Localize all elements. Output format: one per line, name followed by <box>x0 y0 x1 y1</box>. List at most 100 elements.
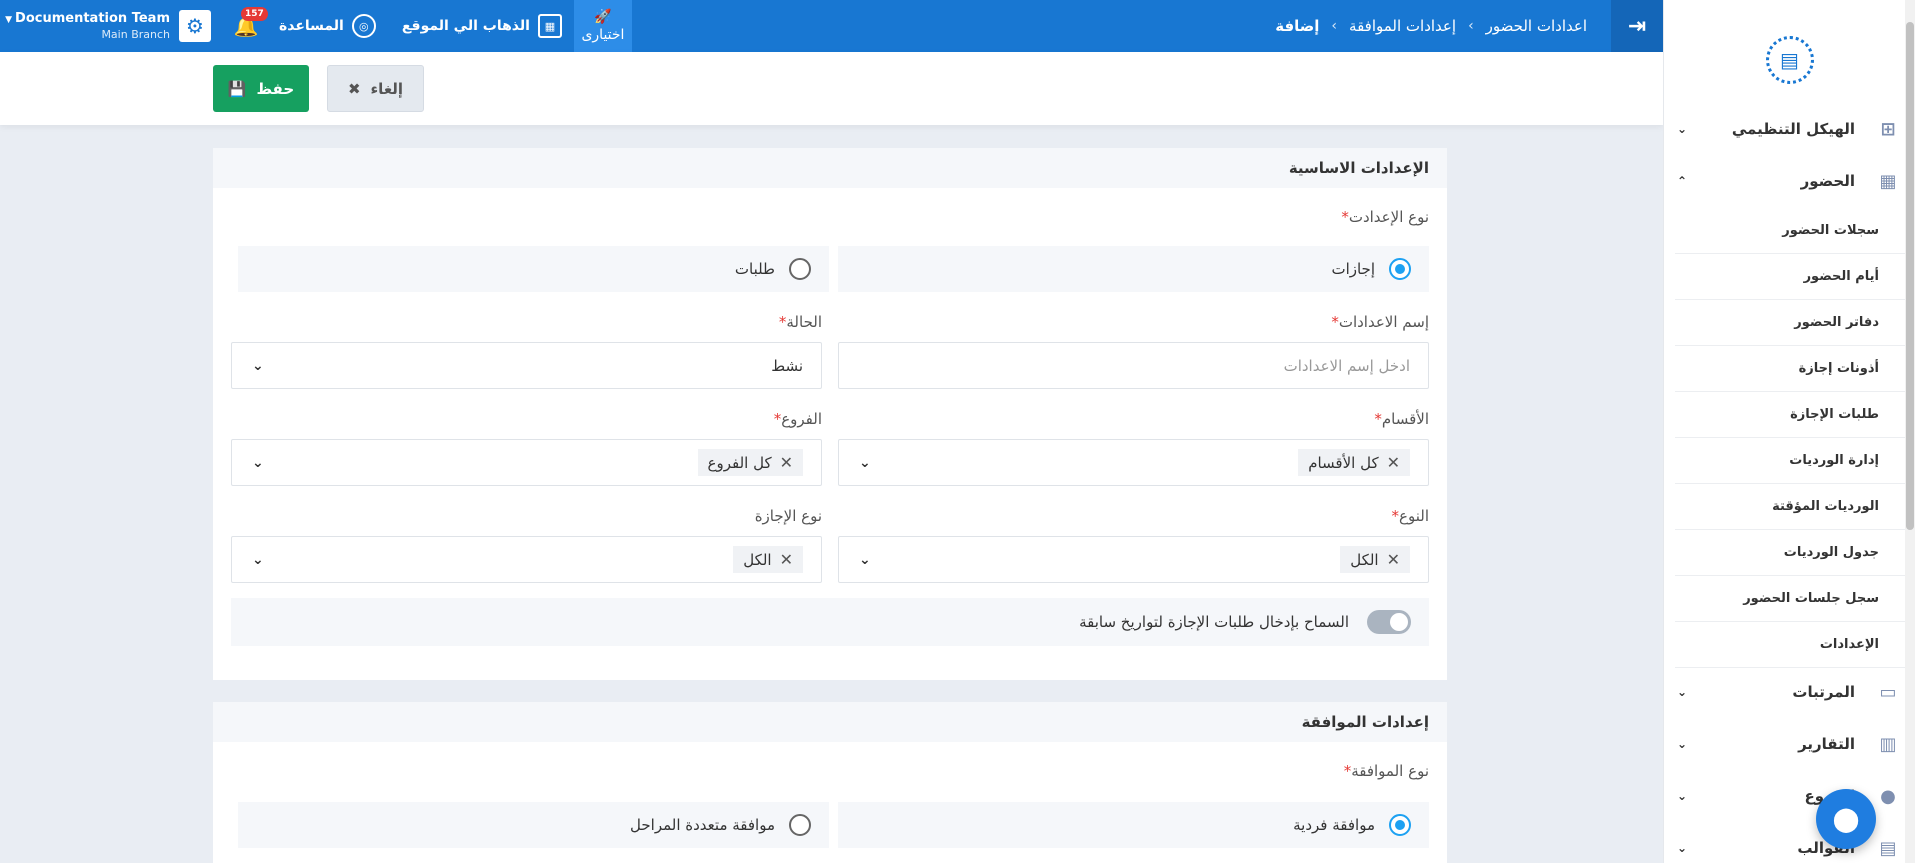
floppy-icon: 💾 <box>227 79 247 98</box>
radio-requests-label: طلبات <box>734 260 775 278</box>
sidebar-subitem-attendance-records[interactable]: سجلات الحضور <box>1675 208 1915 254</box>
scrollbar-thumb[interactable] <box>1906 22 1914 530</box>
branches-chip: كل الفروع ✕ <box>697 449 803 476</box>
leave-type-multiselect[interactable]: ⌄ الكل ✕ <box>231 536 822 583</box>
sidebar-item-label: المرتبات <box>1792 683 1855 701</box>
chevron-down-icon: ⌄ <box>1677 685 1688 699</box>
store-icon: ▦ <box>537 14 562 38</box>
branch-name: Main Branch <box>101 27 170 41</box>
chevron-down-icon: ⌄ <box>1677 122 1688 136</box>
kind-multiselect[interactable]: ⌄ الكل ✕ <box>838 536 1429 583</box>
departments-label: *الأقسام <box>1374 410 1429 428</box>
radio-option-vacations[interactable]: إجازات <box>838 246 1429 292</box>
sidebar-toggle-icon[interactable]: ⇥ <box>1611 0 1663 52</box>
leave-type-label: نوع الإجازة <box>754 507 822 525</box>
map-marker-icon: ⬤ <box>1832 805 1860 833</box>
breadcrumb: اعدادات الحضور ‹ إعدادات الموافقة ‹ إضاف… <box>1275 0 1587 52</box>
calendar-icon: ▦ <box>1879 170 1897 192</box>
radio-vacations[interactable] <box>1389 258 1411 280</box>
leave-type-chip: الكل ✕ <box>733 546 803 573</box>
chevron-down-icon: ⌄ <box>859 551 871 568</box>
departments-chip: كل الأقسام ✕ <box>1298 449 1410 476</box>
sidebar-item-reports[interactable]: ⌄ التقارير ▥ <box>1677 731 1901 757</box>
lifebuoy-icon: ◎ <box>351 14 376 38</box>
breadcrumb-item-attendance-settings[interactable]: اعدادات الحضور <box>1486 17 1587 35</box>
name-label: *إسم الاعدادات <box>1331 313 1429 331</box>
map-pin-icon: ● <box>1880 785 1896 807</box>
save-label: حفظ <box>256 79 295 98</box>
app-logo[interactable]: ▤ <box>1664 0 1915 120</box>
radio-multi-approval[interactable] <box>789 814 811 836</box>
close-icon: ✖ <box>347 79 361 98</box>
org-chart-icon: ⊞ <box>1880 118 1896 140</box>
remove-chip-icon[interactable]: ✕ <box>780 550 793 569</box>
chevron-down-icon: ⌄ <box>252 357 264 374</box>
allow-past-dates-toggle[interactable] <box>1367 610 1411 634</box>
location-fab-button[interactable]: ⬤ <box>1816 789 1876 849</box>
sidebar-subitem-shift-schedule[interactable]: جدول الورديات <box>1675 530 1915 576</box>
chevron-left-icon: ‹ <box>1468 18 1474 34</box>
action-bar: 💾 حفظ ✖ إلغاء <box>0 52 1663 125</box>
branches-label: *الفروع <box>773 410 822 428</box>
sidebar-subitem-temporary-shifts[interactable]: الورديات المؤقتة <box>1675 484 1915 530</box>
sidebar-item-attendance[interactable]: ⌃ الحضور ▦ <box>1677 168 1901 194</box>
allow-past-dates-label: السماح بإدخال طلبات الإجازة لتواريخ سابق… <box>1079 613 1349 631</box>
chevron-left-icon: ‹ <box>1331 18 1338 34</box>
status-label: *الحالة <box>778 313 822 331</box>
approval-settings-card: إعدادات الموافقة *نوع الموافقة موافقة فر… <box>213 702 1447 863</box>
kind-label: *النوع <box>1391 507 1429 525</box>
status-value: نشط <box>771 356 803 375</box>
sidebar-subitem-leave-permissions[interactable]: أذونات إجازة <box>1675 346 1915 392</box>
departments-multiselect[interactable]: ⌄ كل الأقسام ✕ <box>838 439 1429 486</box>
chevron-down-icon: ⌄ <box>1677 737 1688 751</box>
sidebar-subitem-attendance-days[interactable]: أيام الحضور <box>1675 254 1915 300</box>
notifications-button[interactable]: 🔔 157 <box>233 7 268 41</box>
cancel-label: إلغاء <box>370 79 404 98</box>
radio-option-multi-approval[interactable]: موافقة متعددة المراحل <box>238 802 829 848</box>
sidebar-item-payroll[interactable]: ⌄ المرتبات ▭ <box>1677 679 1901 705</box>
save-button[interactable]: 💾 حفظ <box>213 65 309 112</box>
sidebar: ▤ ⌄ الهيكل التنظيمي ⊞ ⌃ الحضور ▦ سجلات الح… <box>1663 0 1915 863</box>
branches-multiselect[interactable]: ⌄ كل الفروع ✕ <box>231 439 822 486</box>
remove-chip-icon[interactable]: ✕ <box>1387 453 1400 472</box>
go-to-site-label: الذهاب الي الموقع <box>401 18 530 34</box>
chevron-down-icon: ⌄ <box>252 551 264 568</box>
radio-requests[interactable] <box>789 258 811 280</box>
sidebar-item-org-structure[interactable]: ⌄ الهيكل التنظيمي ⊞ <box>1677 118 1901 140</box>
sidebar-subitem-attendance-sessions[interactable]: سجل جلسات الحضور <box>1675 576 1915 622</box>
remove-chip-icon[interactable]: ✕ <box>780 453 793 472</box>
name-placeholder: ادخل إسم الاعدادات <box>1283 356 1410 375</box>
sidebar-subitem-leave-requests[interactable]: طلبات الإجازة <box>1675 392 1915 438</box>
help-link[interactable]: المساعدة ◎ <box>279 14 376 38</box>
sidebar-subitem-shift-management[interactable]: إدارة الورديات <box>1675 438 1915 484</box>
radio-multi-label: موافقة متعددة المراحل <box>630 816 775 834</box>
settings-name-input[interactable]: ادخل إسم الاعدادات <box>838 342 1429 389</box>
breadcrumb-item-add: إضافة <box>1275 17 1320 35</box>
caret-down-icon: ▼ <box>5 14 13 25</box>
rocket-icon: 🚀 <box>594 9 612 25</box>
sidebar-item-label: الهيكل التنظيمي <box>1731 120 1855 138</box>
radio-single-approval[interactable] <box>1389 814 1411 836</box>
setting-type-label: *نوع الإعدادت <box>1341 208 1429 226</box>
radio-vacations-label: إجازات <box>1331 260 1375 278</box>
radio-option-single-approval[interactable]: موافقة فردية <box>838 802 1429 848</box>
bar-chart-icon: ▥ <box>1879 733 1897 755</box>
status-select[interactable]: ⌄ نشط <box>231 342 822 389</box>
chevron-down-icon: ⌄ <box>859 454 871 471</box>
radio-option-requests[interactable]: طلبات <box>238 246 829 292</box>
remove-chip-icon[interactable]: ✕ <box>1387 550 1400 569</box>
breadcrumb-item-approval-settings[interactable]: إعدادات الموافقة <box>1349 17 1456 35</box>
cancel-button[interactable]: ✖ إلغاء <box>327 65 424 112</box>
radio-single-label: موافقة فردية <box>1293 816 1375 834</box>
sidebar-scrollbar[interactable] <box>1905 0 1915 863</box>
org-logo-icon[interactable]: ⚙ <box>179 10 211 42</box>
sidebar-subitem-settings[interactable]: الإعدادات <box>1675 622 1915 668</box>
sidebar-subitem-attendance-books[interactable]: دفاتر الحضور <box>1675 300 1915 346</box>
team-switcher[interactable]: ▼ Documentation Team Main Branch <box>0 11 173 42</box>
notification-badge: 157 <box>241 7 268 21</box>
go-to-site-link[interactable]: الذهاب الي الموقع ▦ <box>402 14 562 38</box>
allow-past-dates-row: السماح بإدخال طلبات الإجازة لتواريخ سابق… <box>231 598 1429 646</box>
trial-button[interactable]: 🚀 اختيارى <box>573 0 632 52</box>
sidebar-item-label: التقارير <box>1798 735 1855 753</box>
chevron-down-icon: ⌄ <box>252 454 264 471</box>
